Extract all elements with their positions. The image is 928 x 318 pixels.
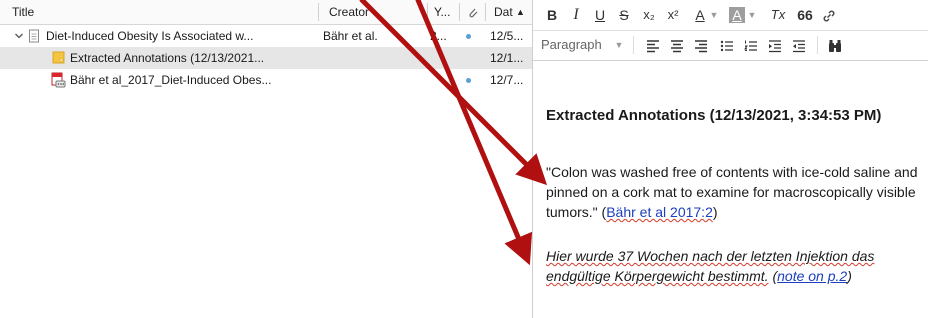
chevron-down-icon[interactable]: ▼ bbox=[747, 0, 757, 30]
annotation-note: Hier wurde 37 Wochen nach der letzten In… bbox=[546, 246, 921, 286]
annotation-quote: "Colon was washed free of contents with … bbox=[546, 162, 921, 222]
note-editor[interactable]: Extracted Annotations (12/13/2021, 3:34:… bbox=[533, 61, 928, 318]
blockquote-button[interactable]: 66 bbox=[795, 0, 815, 30]
attachment-column-icon[interactable] bbox=[467, 0, 479, 24]
highlight-color-button[interactable]: A bbox=[729, 7, 745, 23]
items-pane: Title Creator Y... Dat ▲ Diet-Induced Ob… bbox=[0, 0, 533, 318]
align-left-icon[interactable] bbox=[643, 30, 663, 60]
item-date: 12/5... bbox=[490, 29, 524, 43]
attachment-dot-icon bbox=[466, 34, 471, 39]
note-editor-pane: B I U S x₂ x² A ▼ A ▼ Tx 66 Paragraph ▼ bbox=[533, 0, 928, 318]
align-right-icon[interactable] bbox=[691, 30, 711, 60]
note-link-wrapper: (note on p.2) bbox=[772, 268, 852, 284]
indent-icon[interactable] bbox=[765, 30, 785, 60]
column-header-title[interactable]: Title bbox=[12, 0, 34, 24]
table-row[interactable]: Bähr et al_2017_Diet-Induced Obes... 12/… bbox=[0, 69, 532, 91]
twisty-expanded-icon[interactable] bbox=[14, 25, 28, 47]
paragraph-toolbar: Paragraph ▼ bbox=[533, 30, 928, 61]
numbered-list-icon[interactable] bbox=[741, 30, 761, 60]
subscript-button[interactable]: x₂ bbox=[639, 0, 659, 30]
column-header-creator[interactable]: Creator bbox=[329, 0, 369, 24]
bulleted-list-icon[interactable] bbox=[717, 30, 737, 60]
paragraph-format-dropdown[interactable]: Paragraph bbox=[541, 30, 611, 60]
note-title: Extracted Annotations (12/13/2021, 3:34:… bbox=[546, 107, 882, 124]
quote-citation-wrapper: (Bähr et al 2017:2) bbox=[601, 204, 718, 220]
find-replace-icon[interactable] bbox=[825, 30, 845, 60]
item-date: 12/7... bbox=[490, 73, 524, 87]
note-page-link[interactable]: note on p.2 bbox=[777, 268, 847, 284]
column-header-bar: Title Creator Y... Dat ▲ bbox=[0, 0, 532, 25]
document-item-icon bbox=[28, 25, 42, 47]
item-title: Diet-Induced Obesity Is Associated w... bbox=[46, 29, 254, 43]
align-center-icon[interactable] bbox=[667, 30, 687, 60]
note-item-icon bbox=[52, 47, 66, 69]
pdf-item-icon bbox=[51, 69, 67, 91]
column-divider[interactable] bbox=[427, 3, 428, 21]
bold-button[interactable]: B bbox=[543, 0, 561, 30]
text-color-button[interactable]: A bbox=[693, 0, 707, 30]
superscript-button[interactable]: x² bbox=[663, 0, 683, 30]
underline-button[interactable]: U bbox=[591, 0, 609, 30]
table-row[interactable]: Extracted Annotations (12/13/2021... 12/… bbox=[0, 47, 532, 69]
attachment-dot-icon bbox=[466, 78, 471, 83]
item-year: 2... bbox=[430, 29, 447, 43]
chevron-down-icon[interactable]: ▼ bbox=[709, 0, 719, 30]
format-toolbar: B I U S x₂ x² A ▼ A ▼ Tx 66 bbox=[533, 0, 928, 31]
sort-ascending-icon[interactable]: ▲ bbox=[516, 0, 525, 24]
item-creator: Bähr et al. bbox=[323, 29, 378, 43]
italic-button[interactable]: I bbox=[567, 0, 585, 30]
item-date: 12/1... bbox=[490, 51, 524, 65]
chevron-down-icon[interactable]: ▼ bbox=[613, 30, 625, 60]
item-title: Extracted Annotations (12/13/2021... bbox=[70, 51, 265, 65]
column-divider[interactable] bbox=[485, 3, 486, 21]
column-header-date[interactable]: Dat bbox=[494, 0, 513, 24]
toolbar-divider bbox=[817, 36, 818, 54]
item-title: Bähr et al_2017_Diet-Induced Obes... bbox=[70, 73, 272, 87]
strikethrough-button[interactable]: S bbox=[615, 0, 633, 30]
clear-formatting-button[interactable]: Tx bbox=[767, 0, 789, 30]
column-header-year[interactable]: Y... bbox=[434, 0, 450, 24]
column-divider[interactable] bbox=[459, 3, 460, 21]
column-divider[interactable] bbox=[318, 3, 319, 21]
citation-link[interactable]: Bähr et al 2017:2 bbox=[606, 204, 713, 220]
outdent-icon[interactable] bbox=[789, 30, 809, 60]
link-icon[interactable] bbox=[819, 0, 839, 30]
toolbar-divider bbox=[633, 36, 634, 54]
table-row[interactable]: Diet-Induced Obesity Is Associated w... … bbox=[0, 25, 532, 47]
